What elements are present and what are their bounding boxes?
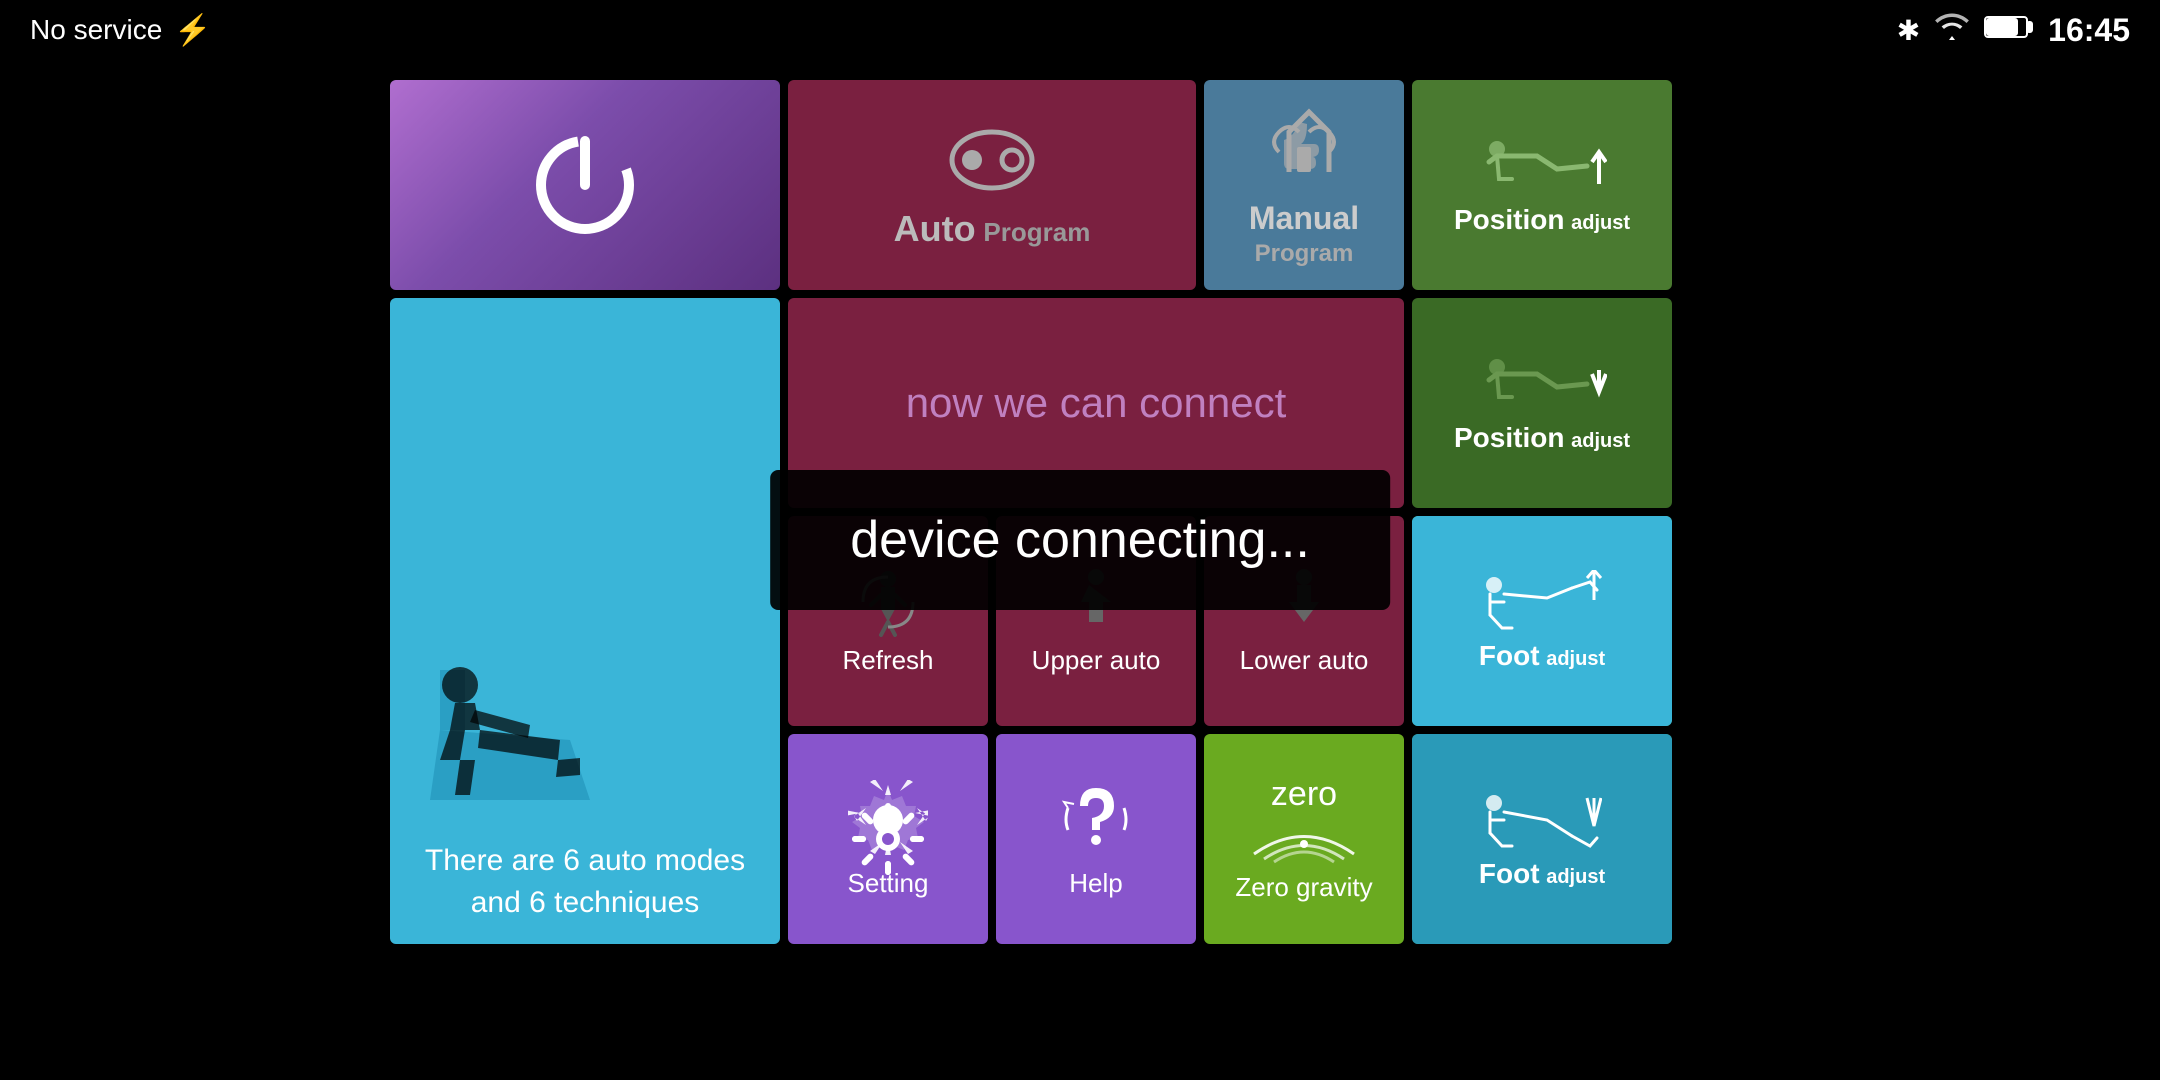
position-up-icon: [1477, 134, 1607, 204]
position-down-label: Position adjust: [1454, 422, 1630, 454]
zero-gravity-icon: [1244, 814, 1364, 864]
demo-description: There are 6 auto modes and 6 techniques: [410, 840, 760, 924]
help-tile[interactable]: Help: [996, 734, 1196, 944]
help-label: Help: [1069, 868, 1122, 899]
setting-tile[interactable]: Setting: [788, 734, 988, 944]
foot-down-icon: [1482, 788, 1602, 858]
refresh-label: Refresh: [842, 645, 933, 676]
foot-down-label: Foot adjust: [1479, 858, 1605, 890]
help-icon: [1056, 780, 1136, 860]
foot-up-icon: [1482, 570, 1602, 640]
position-down-icon: [1477, 352, 1607, 422]
battery-icon: [1984, 13, 2034, 48]
gear-icon: [848, 799, 928, 879]
wifi-icon: [1934, 12, 1970, 49]
lower-auto-label: Lower auto: [1240, 645, 1369, 676]
connecting-overlay: device connecting...: [770, 470, 1390, 610]
upper-auto-label: Upper auto: [1032, 645, 1161, 676]
connect-text: now we can connect: [906, 379, 1287, 427]
blue-demo-tile: There are 6 auto modes and 6 techniques: [390, 298, 780, 944]
power-icon: [525, 125, 645, 245]
auto-program-icon: [942, 120, 1042, 200]
bluetooth-icon: ✱: [1897, 14, 1920, 47]
manual-program-icon: [1259, 102, 1349, 192]
zero-gravity-label: Zero gravity: [1235, 872, 1372, 903]
position-adjust-up-tile[interactable]: Position adjust: [1412, 80, 1672, 290]
connecting-text: device connecting...: [850, 511, 1310, 569]
auto-program-label: Auto Program: [894, 208, 1091, 250]
no-service-text: No service: [30, 14, 162, 46]
position-up-label: Position adjust: [1454, 204, 1630, 236]
auto-program-tile[interactable]: Auto Program: [788, 80, 1196, 290]
foot-down-tile[interactable]: Foot adjust: [1412, 734, 1672, 944]
usb-icon: ⚡: [174, 13, 211, 48]
status-bar: No service ⚡ ✱ 16:45: [0, 0, 2160, 60]
status-left: No service ⚡: [30, 13, 212, 48]
manual-program-tile[interactable]: Manual Program: [1204, 80, 1404, 290]
power-tile[interactable]: [390, 80, 780, 290]
foot-up-label: Foot adjust: [1479, 640, 1605, 672]
zero-text: zero: [1271, 775, 1337, 814]
person-silhouette-icon: [410, 630, 610, 830]
foot-up-tile[interactable]: Foot adjust: [1412, 516, 1672, 726]
zero-gravity-tile[interactable]: zero Zero gravity: [1204, 734, 1404, 944]
status-right: ✱ 16:45: [1897, 12, 2130, 49]
time-display: 16:45: [2048, 12, 2130, 49]
position-adjust-down-tile[interactable]: Position adjust: [1412, 298, 1672, 508]
manual-program-label: Manual Program: [1204, 200, 1404, 268]
